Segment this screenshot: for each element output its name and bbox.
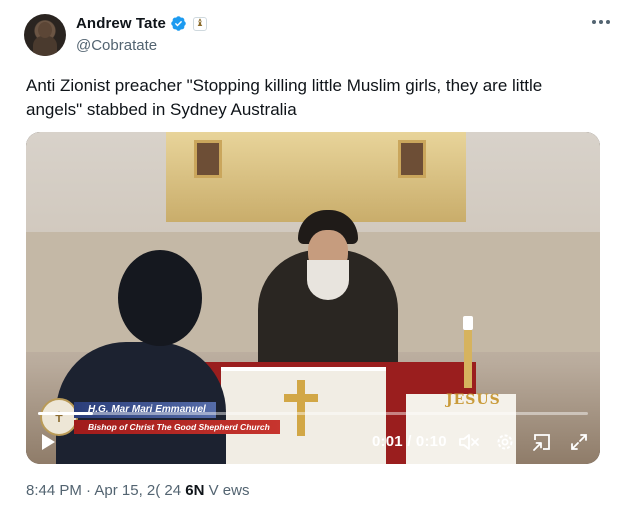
more-dot [599, 20, 603, 24]
video-frame-cross [284, 380, 318, 436]
tweet-text: Anti Zionist preacher "Stopping killing … [26, 76, 543, 119]
play-icon[interactable] [40, 432, 56, 452]
verified-badge-icon [171, 16, 186, 31]
more-options-icon[interactable] [592, 18, 612, 26]
affiliate-badge-glyph: ♝ [195, 18, 205, 29]
views-label: V ews [204, 482, 250, 499]
video-frame-viewer-head [118, 250, 202, 346]
meta-separator: · [81, 482, 95, 499]
video-frame-icon-right [398, 140, 426, 178]
video-player[interactable]: JESUS ✝ H.G. Mar Mari Emmanuel Bishop of… [26, 132, 600, 464]
video-progress-bar[interactable] [38, 412, 588, 415]
more-dot [606, 20, 610, 24]
lower-third-title: Bishop of Christ The Good Shepherd Churc… [74, 420, 280, 434]
author-display-name[interactable]: Andrew Tate [76, 15, 166, 32]
author-handle[interactable]: @Cobratate [76, 37, 157, 54]
lower-third-name: H.G. Mar Mari Emmanuel [74, 402, 216, 418]
avatar-head [38, 22, 52, 38]
pip-icon[interactable] [531, 432, 553, 452]
church-emblem-icon: ✝ [40, 398, 78, 436]
mute-icon[interactable] [458, 432, 480, 452]
more-dot [592, 20, 596, 24]
fullscreen-icon[interactable] [568, 432, 590, 452]
avatar-torso [33, 36, 57, 56]
avatar[interactable] [24, 14, 66, 56]
video-time-readout: 0:01 / 0:10 [372, 433, 447, 450]
tweet-date[interactable]: Apr 15, 2( 24 [94, 482, 181, 499]
video-lower-third: ✝ H.G. Mar Mari Emmanuel Bishop of Chris… [40, 398, 280, 438]
video-frame-candle [463, 316, 473, 388]
views-count: 6N [185, 482, 205, 499]
video-progress-fill [38, 412, 93, 415]
settings-icon[interactable] [494, 432, 516, 452]
video-frame-jesus-text: JESUS [446, 392, 501, 408]
video-frame-icon-left [194, 140, 222, 178]
tweet-time[interactable]: 8:44 PM [26, 482, 82, 499]
affiliate-badge-icon[interactable]: ♝ [193, 16, 208, 31]
video-frame-bishop-beard [307, 260, 349, 300]
author-name-row: Andrew Tate ♝ [76, 15, 208, 32]
tweet-meta: 8:44 PM · Apr 15, 2( 24 6N V ews [26, 482, 249, 499]
